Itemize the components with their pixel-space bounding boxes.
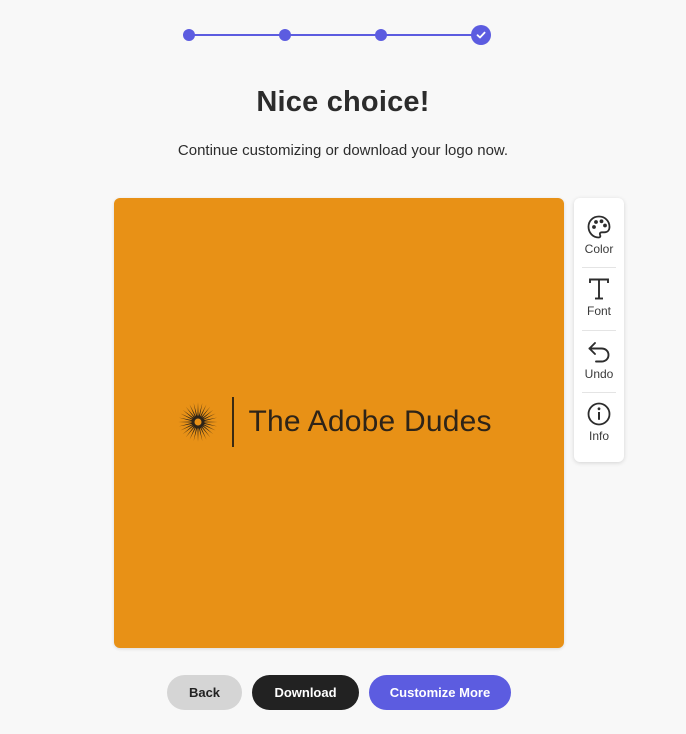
stepper-track (189, 34, 481, 36)
customize-toolbar: Color Font Undo Info (574, 198, 624, 462)
customize-more-button[interactable]: Customize More (369, 675, 511, 710)
step-3-dot (375, 29, 387, 41)
download-button[interactable]: Download (252, 675, 359, 710)
logo-brand-text: The Adobe Dudes (248, 405, 492, 438)
font-icon (586, 276, 612, 302)
undo-tool-button[interactable]: Undo (574, 331, 624, 393)
undo-icon (586, 339, 612, 365)
logo-preview: The Adobe Dudes (178, 396, 492, 448)
info-tool-button[interactable]: Info (574, 393, 624, 455)
color-tool-button[interactable]: Color (574, 206, 624, 268)
checkmark-icon (476, 31, 486, 39)
sunburst-icon (178, 402, 218, 442)
color-tool-label: Color (584, 242, 614, 256)
palette-icon (586, 214, 612, 240)
step-4-complete (471, 25, 491, 45)
undo-tool-label: Undo (584, 367, 614, 381)
page-title: Nice choice! (256, 86, 430, 118)
step-1-dot (183, 29, 195, 41)
font-tool-label: Font (586, 304, 611, 318)
logo-divider (232, 397, 234, 447)
info-icon (586, 401, 612, 427)
logo-preview-canvas: The Adobe Dudes (114, 198, 564, 648)
font-tool-button[interactable]: Font (574, 268, 624, 330)
page-subtitle: Continue customizing or download your lo… (177, 142, 509, 159)
progress-stepper (182, 25, 492, 45)
info-tool-label: Info (588, 429, 609, 443)
back-button[interactable]: Back (167, 675, 242, 710)
step-2-dot (279, 29, 291, 41)
